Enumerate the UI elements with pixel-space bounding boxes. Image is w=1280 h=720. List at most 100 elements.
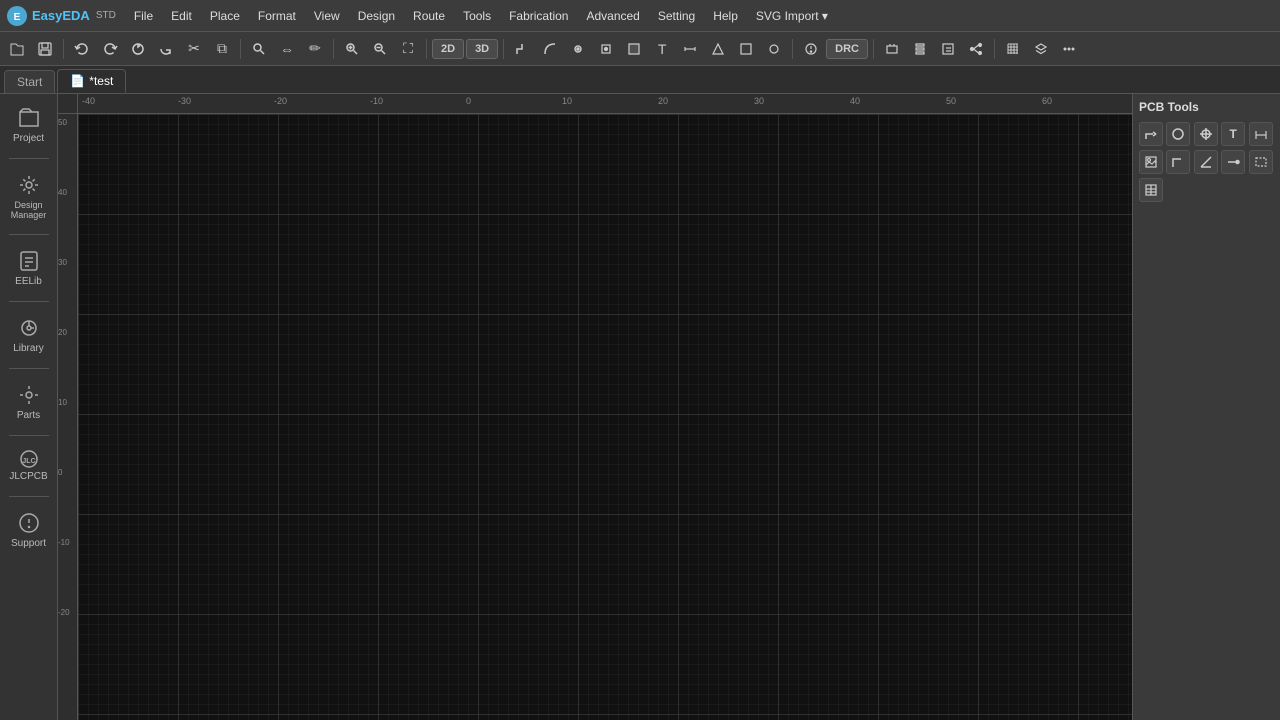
cut-button[interactable]: ✂ <box>181 36 207 62</box>
3d-button[interactable]: 3D <box>466 39 498 59</box>
menu-fabrication[interactable]: Fabrication <box>501 6 576 26</box>
sidebar-item-eelib[interactable]: EELib <box>4 243 54 293</box>
grid-settings-button[interactable] <box>1000 36 1026 62</box>
drc-sep-button[interactable] <box>705 36 731 62</box>
tab-test[interactable]: 📄*test <box>57 69 126 93</box>
2d-button[interactable]: 2D <box>432 39 464 59</box>
sidebar-divider-3 <box>9 301 49 302</box>
menu-place[interactable]: Place <box>202 6 248 26</box>
jlcpcb-icon: JLC <box>16 450 42 468</box>
more-button[interactable] <box>1056 36 1082 62</box>
pcb-tools-panel: PCB Tools T <box>1132 94 1280 720</box>
open-button[interactable] <box>4 36 30 62</box>
undo-button[interactable] <box>69 36 95 62</box>
gerber-button[interactable] <box>907 36 933 62</box>
left-sidebar: Project Design Manager EELib Library <box>0 94 58 720</box>
text-button[interactable]: T <box>649 36 675 62</box>
app-logo: E EasyEDA STD <box>6 5 116 27</box>
pcb-tool-region[interactable] <box>1249 150 1273 174</box>
pcb-tool-arrow[interactable] <box>1221 150 1245 174</box>
save-button[interactable] <box>32 36 58 62</box>
sidebar-item-project[interactable]: Project <box>4 100 54 150</box>
sidebar-item-library[interactable]: Library <box>4 310 54 360</box>
pcb-tool-circle[interactable] <box>1166 122 1190 146</box>
board-outline-button[interactable] <box>733 36 759 62</box>
route-arc-button[interactable] <box>537 36 563 62</box>
support-icon <box>17 511 41 535</box>
sidebar-divider-4 <box>9 368 49 369</box>
sidebar-item-design-manager[interactable]: Design Manager <box>4 167 54 226</box>
pcb-tool-route[interactable] <box>1139 122 1163 146</box>
pcb-tools-row1: T <box>1139 122 1274 146</box>
ruler-v-tick: -20 <box>58 608 70 617</box>
menu-edit[interactable]: Edit <box>163 6 200 26</box>
pcb-canvas[interactable] <box>78 114 1132 720</box>
rotate-button[interactable] <box>153 36 179 62</box>
pcb-tool-image[interactable] <box>1139 150 1163 174</box>
pcb-tool-table[interactable] <box>1139 178 1163 202</box>
hole-button[interactable] <box>761 36 787 62</box>
pcb-tool-crosshair[interactable] <box>1194 122 1218 146</box>
ruler-v-tick: 50 <box>58 118 67 127</box>
sidebar-item-parts[interactable]: Parts <box>4 377 54 427</box>
route-track-button[interactable] <box>509 36 535 62</box>
menu-file[interactable]: File <box>126 6 161 26</box>
tab-test-icon: 📄 <box>70 74 85 88</box>
pcb-tool-text[interactable]: T <box>1221 122 1245 146</box>
footprint-wizard-button[interactable] <box>879 36 905 62</box>
sidebar-support-label: Support <box>11 538 46 549</box>
copper-area-button[interactable] <box>621 36 647 62</box>
menu-design[interactable]: Design <box>350 6 403 26</box>
menu-route[interactable]: Route <box>405 6 453 26</box>
menu-tools[interactable]: Tools <box>455 6 499 26</box>
search-button[interactable] <box>246 36 272 62</box>
copy-button[interactable]: ⧉ <box>209 36 235 62</box>
canvas-wrap[interactable]: -40-30-20-100102030405060708090 50403020… <box>58 94 1132 720</box>
inspect-button[interactable] <box>798 36 824 62</box>
sidebar-parts-label: Parts <box>17 410 40 421</box>
parts-icon <box>17 383 41 407</box>
sidebar-item-jlcpcb[interactable]: JLC JLCPCB <box>4 444 54 488</box>
ruler-v-tick: 0 <box>58 468 62 477</box>
menu-svg-import[interactable]: SVG Import ▾ <box>748 6 836 26</box>
menu-view[interactable]: View <box>306 6 348 26</box>
sidebar-design-manager-label: Design Manager <box>8 200 50 220</box>
refresh-button[interactable] <box>125 36 151 62</box>
zoom-in-button[interactable] <box>339 36 365 62</box>
menu-advanced[interactable]: Advanced <box>578 6 647 26</box>
drc-button[interactable]: DRC <box>826 39 868 59</box>
toolbar-sep-1 <box>63 39 64 59</box>
tab-start-label: Start <box>17 75 42 89</box>
ratsnest-button[interactable]: ✏ <box>302 36 328 62</box>
tab-start[interactable]: Start <box>4 70 55 93</box>
ruler-h-tick: 60 <box>1042 96 1052 106</box>
fit-view-button[interactable]: ⛶ <box>395 36 421 62</box>
app-name: EasyEDA <box>32 8 90 23</box>
ruler-v-tick: 40 <box>58 188 67 197</box>
project-icon <box>17 106 41 130</box>
redo-button[interactable] <box>97 36 123 62</box>
menu-format[interactable]: Format <box>250 6 304 26</box>
pcb-tool-angle[interactable] <box>1194 150 1218 174</box>
ruler-v-tick: 20 <box>58 328 67 337</box>
bom-button[interactable] <box>935 36 961 62</box>
align-button[interactable]: ⇔ <box>274 36 300 62</box>
ruler-v-tick: 30 <box>58 258 67 267</box>
sidebar-item-support[interactable]: Support <box>4 505 54 555</box>
design-manager-icon <box>17 173 41 197</box>
app-edition: STD <box>96 10 116 21</box>
layer-manager-button[interactable] <box>1028 36 1054 62</box>
measure-button[interactable] <box>677 36 703 62</box>
pcb-tool-dimension[interactable] <box>1249 122 1273 146</box>
zoom-out-button[interactable] <box>367 36 393 62</box>
ruler-h-tick: -20 <box>274 96 287 106</box>
pad-button[interactable] <box>593 36 619 62</box>
netlist-button[interactable] <box>963 36 989 62</box>
menu-help[interactable]: Help <box>705 6 746 26</box>
via-button[interactable] <box>565 36 591 62</box>
toolbar-sep-5 <box>503 39 504 59</box>
menu-setting[interactable]: Setting <box>650 6 703 26</box>
ruler-v-content: 50403020100-10-20 <box>58 114 77 720</box>
ruler-h-tick: 0 <box>466 96 471 106</box>
pcb-tool-corner[interactable] <box>1166 150 1190 174</box>
